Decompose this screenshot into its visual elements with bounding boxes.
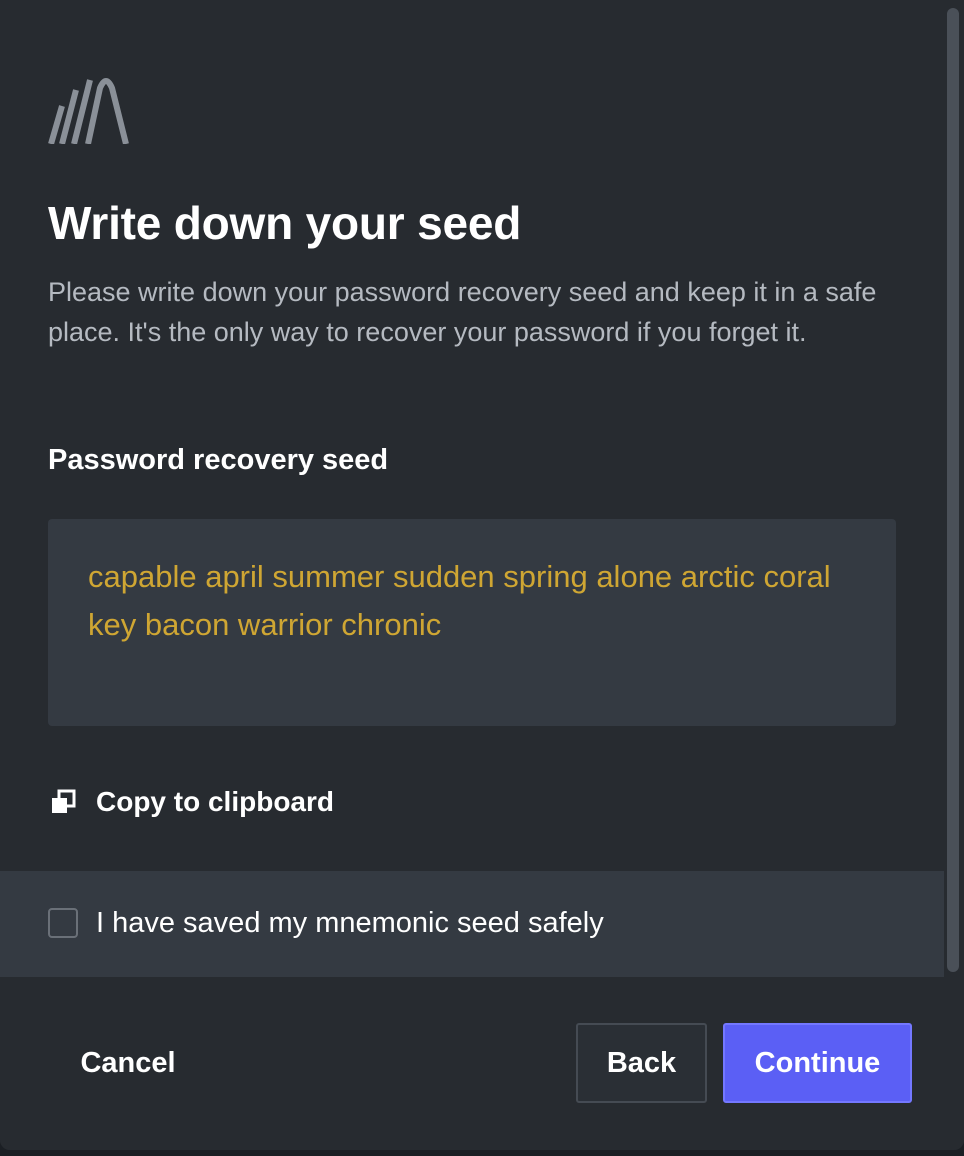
cancel-button[interactable]: Cancel — [48, 1024, 208, 1102]
copy-label: Copy to clipboard — [96, 786, 334, 817]
copy-icon — [52, 789, 76, 813]
seed-phrase-box: capable april summer sudden spring alone… — [48, 519, 896, 726]
dialog-footer: Cancel Back Continue — [0, 978, 964, 1150]
dialog-content: Write down your seed Please write down y… — [0, 0, 944, 978]
seed-dialog: Write down your seed Please write down y… — [0, 0, 964, 1150]
continue-button[interactable]: Continue — [723, 1023, 912, 1103]
page-title: Write down your seed — [48, 197, 522, 249]
saved-seed-checkbox[interactable] — [48, 908, 78, 938]
page-description: Please write down your password recovery… — [48, 277, 877, 347]
seed-label: Password recovery seed — [48, 444, 389, 476]
copy-to-clipboard-button[interactable]: Copy to clipboard — [48, 782, 334, 822]
saved-seed-label[interactable]: I have saved my mnemonic seed safely — [96, 904, 604, 942]
scrollbar-thumb[interactable] — [947, 8, 959, 972]
seed-phrase-text: capable april summer sudden spring alone… — [88, 559, 831, 642]
app-logo-icon — [48, 78, 129, 144]
back-button[interactable]: Back — [576, 1023, 707, 1103]
